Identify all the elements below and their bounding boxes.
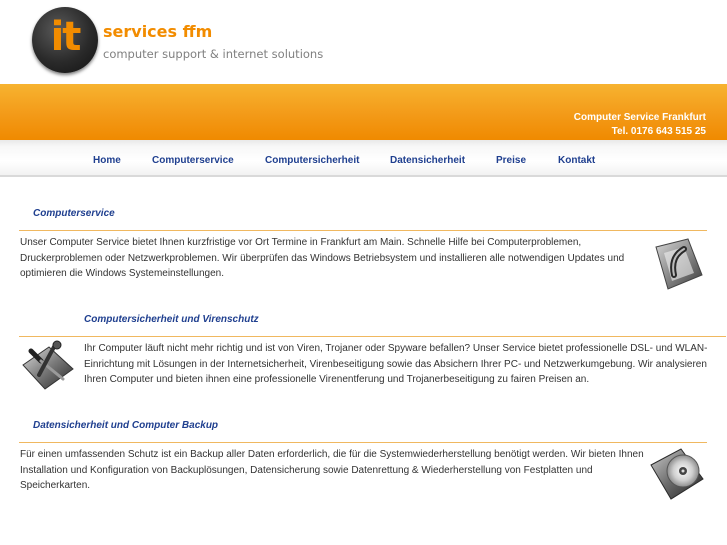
- text-line: Speicherkarten.: [20, 480, 91, 492]
- text-line: Einrichtung mit Lösungen in der Internet…: [84, 358, 707, 370]
- text-line: Unser Computer Service bietet Ihnen kurz…: [20, 237, 582, 248]
- text-line: Druckerproblemen oder Netzwerkproblemen.…: [20, 252, 625, 264]
- section-divider: [19, 336, 726, 337]
- text-line: Ihren Computer und bieten ihnen eine pro…: [84, 374, 590, 386]
- brand-name: services ffm: [103, 22, 213, 41]
- brand-slogan: computer support & internet solutions: [103, 47, 324, 61]
- text-line: Installation und Konfiguration von Backu…: [20, 464, 593, 476]
- section-text-datensicherheit: Für einen umfassenden Schutz ist ein Bac…: [20, 447, 645, 494]
- section-divider: [19, 442, 707, 443]
- nav-datensicherheit[interactable]: Datensicherheit: [390, 155, 465, 166]
- section-title-sicherheit: Computersicherheit und Virenschutz: [84, 314, 259, 325]
- text-line: Für einen umfassenden Schutz ist ein Bac…: [20, 449, 644, 460]
- screwdriver-tool-icon: [650, 235, 706, 296]
- banner-title: Computer Service Frankfurt: [573, 112, 706, 123]
- logo-text: it: [50, 14, 82, 60]
- section-title-computerservice: Computerservice: [33, 208, 115, 219]
- text-line: Ihr Computer läuft nicht mehr richtig un…: [84, 343, 708, 354]
- nav-preise[interactable]: Preise: [496, 155, 526, 166]
- section-divider: [19, 230, 707, 231]
- security-tools-icon: [19, 339, 77, 398]
- nav-home[interactable]: Home: [93, 155, 121, 166]
- logo[interactable]: it: [32, 7, 98, 73]
- nav-computersicherheit[interactable]: Computersicherheit: [265, 155, 359, 166]
- backup-disc-icon: [647, 445, 707, 508]
- site-header: it services ffm computer support & inter…: [0, 0, 727, 84]
- section-title-datensicherheit: Datensicherheit und Computer Backup: [33, 420, 219, 431]
- orange-banner: Computer Service Frankfurt Tel. 0176 643…: [0, 84, 727, 140]
- nav-kontakt[interactable]: Kontakt: [558, 155, 595, 166]
- main-nav: Home Computerservice Computersicherheit …: [0, 140, 727, 177]
- section-text-sicherheit: Ihr Computer läuft nicht mehr richtig un…: [84, 341, 724, 388]
- banner-phone: Tel. 0176 643 515 25: [611, 126, 706, 137]
- nav-computerservice[interactable]: Computerservice: [152, 155, 234, 166]
- section-text-computerservice: Unser Computer Service bietet Ihnen kurz…: [20, 235, 640, 282]
- text-line: optimieren die Windows Systemeinstellung…: [20, 268, 224, 280]
